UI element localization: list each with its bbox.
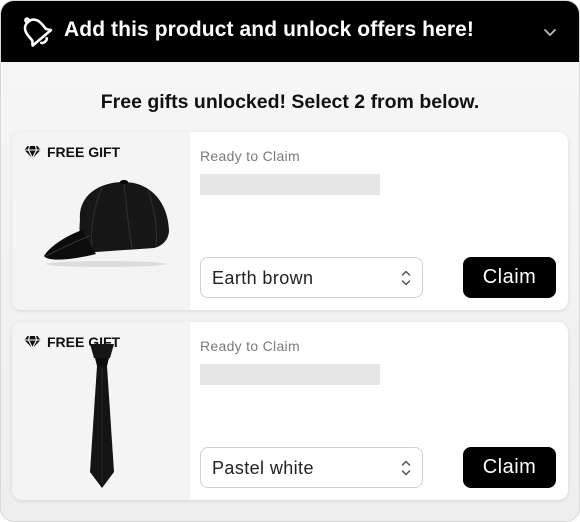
- claim-status: Ready to Claim: [200, 148, 300, 164]
- free-gift-badge: FREE GIFT: [24, 144, 120, 160]
- variant-select[interactable]: Earth brown: [200, 257, 423, 298]
- claim-button[interactable]: Claim: [463, 447, 556, 488]
- claim-button[interactable]: Claim: [463, 257, 556, 298]
- up-down-chevron-icon: [401, 460, 411, 476]
- diamond-icon: [24, 145, 41, 159]
- gifts-headline: Free gifts unlocked! Select 2 from below…: [100, 91, 480, 113]
- header-title: Add this product and unlock offers here!: [64, 18, 475, 41]
- variant-select-value: Pastel white: [212, 458, 314, 478]
- offer-header[interactable]: Add this product and unlock offers here!: [1, 1, 579, 62]
- gift-thumbnail: FREE GIFT: [12, 132, 190, 310]
- product-image: [90, 344, 114, 488]
- gift-card: FREE GIFT Ready to Claim Pastel white Cl…: [12, 322, 568, 500]
- gift-thumbnail: FREE GIFT: [12, 322, 190, 500]
- variant-select[interactable]: Pastel white: [200, 447, 423, 488]
- bell-icon: [23, 17, 53, 47]
- gift-offer-widget: Add this product and unlock offers here!…: [0, 0, 580, 522]
- gift-title-placeholder: [200, 364, 380, 385]
- badge-label: FREE GIFT: [47, 144, 121, 160]
- claim-status: Ready to Claim: [200, 338, 300, 354]
- up-down-chevron-icon: [401, 270, 411, 286]
- chevron-down-icon[interactable]: [542, 24, 558, 40]
- gift-title-placeholder: [200, 174, 380, 195]
- gift-card: FREE GIFT Ready to Claim Earth brown Cla…: [12, 132, 568, 310]
- variant-select-value: Earth brown: [212, 268, 314, 288]
- diamond-icon: [24, 335, 41, 349]
- product-image: [44, 180, 169, 267]
